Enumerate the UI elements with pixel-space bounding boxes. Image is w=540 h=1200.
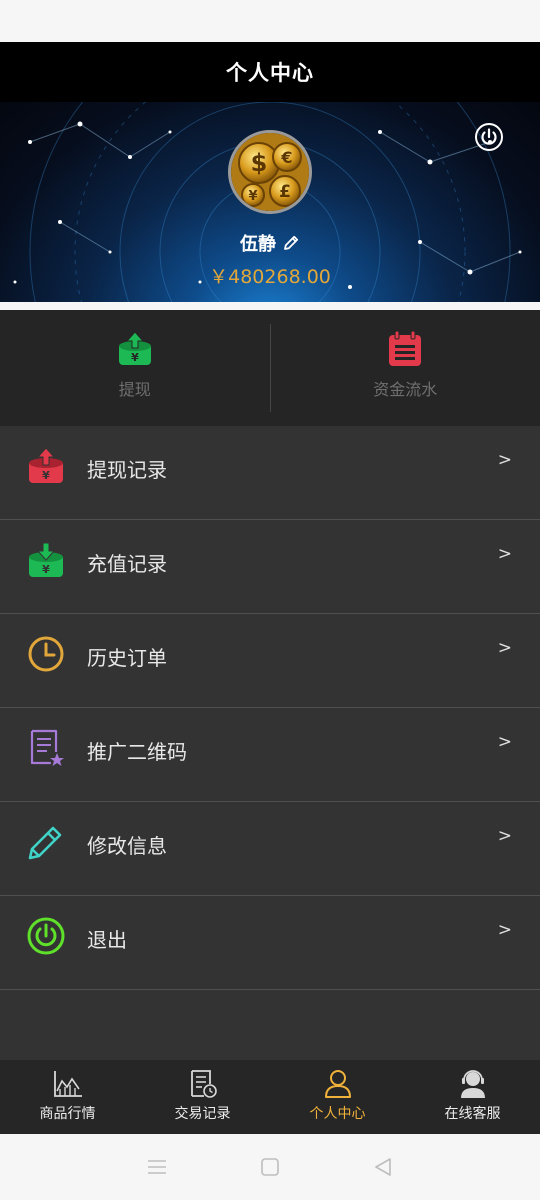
tab-label: 在线客服 bbox=[444, 1106, 501, 1122]
document-star-icon bbox=[30, 729, 64, 766]
menu-item-recharge-record[interactable]: ¥ 充值记录 > bbox=[0, 520, 540, 614]
withdraw-record-icon: ¥ bbox=[29, 447, 63, 483]
menu-item-order-history[interactable]: 历史订单 > bbox=[0, 614, 540, 708]
menu-item-label: 历史订单 bbox=[87, 646, 167, 670]
page-title: 个人中心 bbox=[226, 61, 314, 85]
chevron-right-icon: > bbox=[497, 826, 512, 846]
document-clock-icon bbox=[190, 1070, 217, 1098]
menu-item-label: 退出 bbox=[87, 928, 127, 952]
account-balance: ￥480268.00 bbox=[209, 266, 331, 288]
menu-item-label: 修改信息 bbox=[87, 834, 167, 858]
quick-actions: ¥ 提现 资金流水 bbox=[0, 310, 540, 426]
chart-icon bbox=[53, 1071, 82, 1097]
power-icon bbox=[27, 917, 65, 955]
svg-text:$: $ bbox=[251, 149, 268, 177]
user-icon bbox=[324, 1070, 351, 1098]
avatar[interactable]: $ € £ ¥ bbox=[228, 130, 312, 214]
svg-text:€: € bbox=[280, 148, 292, 167]
svg-text:¥: ¥ bbox=[42, 469, 50, 482]
tab-online-support[interactable]: 在线客服 bbox=[405, 1060, 540, 1134]
tab-label: 商品行情 bbox=[39, 1106, 96, 1122]
user-name: 伍静 bbox=[240, 234, 276, 255]
bottom-tab-bar: 商品行情 交易记录 个人中心 在线客服 bbox=[0, 1060, 540, 1134]
chevron-right-icon: > bbox=[497, 732, 512, 752]
power-icon bbox=[475, 123, 503, 151]
menu-item-edit-info[interactable]: 修改信息 > bbox=[0, 802, 540, 896]
headset-user-icon bbox=[460, 1070, 485, 1098]
recharge-record-icon: ¥ bbox=[29, 542, 63, 577]
menu-item-referral-qrcode[interactable]: 推广二维码 > bbox=[0, 708, 540, 802]
profile-name-row: 伍静 bbox=[0, 230, 540, 256]
menu-item-label: 推广二维码 bbox=[87, 740, 187, 764]
chevron-right-icon: > bbox=[497, 450, 512, 470]
menu-item-label: 充值记录 bbox=[87, 552, 167, 576]
svg-text:¥: ¥ bbox=[42, 563, 50, 576]
tab-personal-center[interactable]: 个人中心 bbox=[270, 1060, 405, 1134]
tab-label: 交易记录 bbox=[174, 1106, 231, 1122]
menu-list: ¥ 提现记录 > ¥ 充值记录 > 历史订单 > 推广二维码 > 修改信息 > … bbox=[0, 426, 540, 1060]
menu-item-label: 提现记录 bbox=[87, 458, 167, 482]
pencil-icon bbox=[28, 826, 62, 860]
system-nav-bar bbox=[0, 1134, 540, 1200]
back-icon[interactable] bbox=[373, 1157, 393, 1177]
chevron-right-icon: > bbox=[497, 544, 512, 564]
pencil-icon[interactable] bbox=[282, 234, 300, 252]
title-bar: 个人中心 bbox=[0, 42, 540, 102]
menu-item-withdraw-record[interactable]: ¥ 提现记录 > bbox=[0, 426, 540, 520]
tab-market[interactable]: 商品行情 bbox=[0, 1060, 135, 1134]
menu-icon[interactable] bbox=[147, 1159, 167, 1175]
currency-coins-icon: $ € £ ¥ bbox=[231, 133, 309, 211]
status-bar bbox=[0, 0, 540, 42]
fund-flow-button[interactable]: 资金流水 bbox=[271, 310, 540, 426]
clock-icon bbox=[28, 636, 64, 672]
tab-label: 个人中心 bbox=[309, 1106, 366, 1122]
ledger-icon bbox=[389, 330, 422, 366]
menu-item-logout[interactable]: 退出 > bbox=[0, 896, 540, 990]
tab-trade-records[interactable]: 交易记录 bbox=[135, 1060, 270, 1134]
profile-banner: $ € £ ¥ 伍静 ￥480268.00 bbox=[0, 102, 540, 302]
fund-flow-label: 资金流水 bbox=[373, 380, 438, 399]
chevron-right-icon: > bbox=[497, 638, 512, 658]
svg-text:£: £ bbox=[279, 182, 291, 202]
home-icon[interactable] bbox=[260, 1157, 280, 1177]
svg-text:¥: ¥ bbox=[131, 351, 139, 364]
withdraw-icon: ¥ bbox=[118, 331, 151, 365]
chevron-right-icon: > bbox=[497, 920, 512, 940]
svg-text:¥: ¥ bbox=[248, 189, 257, 204]
logout-button[interactable] bbox=[474, 122, 504, 152]
withdraw-label: 提现 bbox=[118, 380, 151, 399]
withdraw-button[interactable]: ¥ 提现 bbox=[0, 310, 270, 426]
